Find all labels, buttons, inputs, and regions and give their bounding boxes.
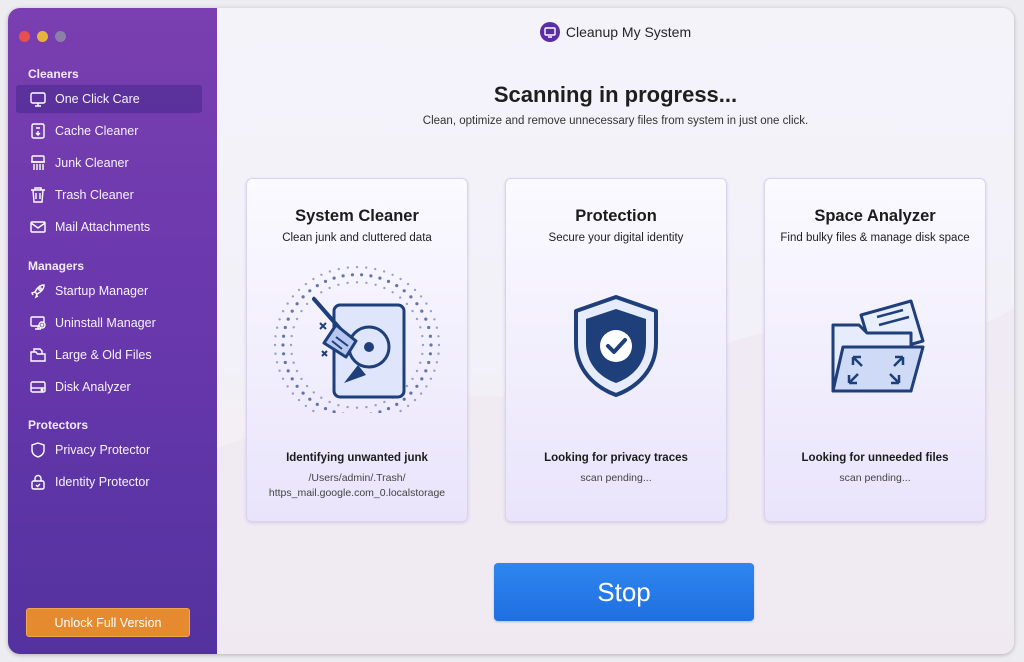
shield-icon [28,440,48,460]
rocket-icon [28,281,48,301]
sidebar-item-one-click-care[interactable]: One Click Care [16,85,202,113]
card-status: Identifying unwanted junk [286,452,428,464]
card-system-cleaner: System Cleaner Clean junk and cluttered … [246,178,468,522]
sidebar-item-junk-cleaner[interactable]: Junk Cleaner [16,149,202,177]
sidebar-item-identity-protector[interactable]: Identity Protector [16,468,202,496]
sidebar-item-label: Startup Manager [55,284,149,298]
card-title: System Cleaner [295,207,419,225]
trash-icon [28,185,48,205]
app-title: Cleanup My System [565,24,692,40]
app-logo-icon [539,22,560,42]
card-subtitle: Clean junk and cluttered data [282,232,432,244]
page-title: Scanning in progress... [493,82,738,107]
sidebar-item-startup-manager[interactable]: Startup Manager [16,277,202,305]
card-title: Protection [575,207,657,225]
disk-icon [28,377,48,397]
close-window-button[interactable] [19,31,30,42]
sidebar-item-label: Uninstall Manager [55,316,156,330]
main-panel: Cleanup My System Scanning in progress..… [217,8,1014,654]
sidebar-item-label: Identity Protector [55,475,150,489]
sidebar-item-uninstall-manager[interactable]: Uninstall Manager [16,309,202,337]
monitor-icon [28,89,48,109]
stop-button[interactable]: Stop [494,563,754,621]
page-subtitle: Clean, optimize and remove unnecessary f… [422,115,809,127]
card-status: Looking for unneeded files [801,452,949,464]
sidebar-item-label: Large & Old Files [55,348,152,362]
folder-expand-icon [765,293,985,403]
card-detail-path: /Users/admin/.Trash/ [308,472,406,484]
card-protection: Protection Secure your digital identity … [505,178,727,522]
card-detail-file: https_mail.google.com_0.localstorage [268,487,446,499]
sidebar-item-disk-analyzer[interactable]: Disk Analyzer [16,373,202,401]
card-detail-pending: scan pending... [839,472,911,484]
shield-check-icon [506,291,726,401]
sidebar-item-label: Mail Attachments [55,220,151,234]
card-title: Space Analyzer [814,207,936,225]
cache-icon [28,121,48,141]
lock-icon [28,472,48,492]
card-subtitle: Secure your digital identity [548,232,684,244]
card-detail-pending: scan pending... [580,472,652,484]
uninstall-icon [28,313,48,333]
sidebar-item-label: Trash Cleaner [55,188,134,202]
sidebar: Cleaners One Click Care Cache Cleaner Ju… [8,8,217,654]
sidebar-item-label: One Click Care [55,92,140,106]
sidebar-item-cache-cleaner[interactable]: Cache Cleaner [16,117,202,145]
minimize-window-button[interactable] [37,31,48,42]
sidebar-item-label: Junk Cleaner [55,156,129,170]
section-label-cleaners: Cleaners [28,67,79,81]
section-label-protectors: Protectors [28,418,89,432]
title-bar: Cleanup My System [217,22,1014,42]
unlock-full-version-button[interactable]: Unlock Full Version [26,608,190,637]
folder-files-icon [28,345,48,365]
section-label-managers: Managers [28,259,85,273]
shredder-icon [28,153,48,173]
sidebar-item-large-old-files[interactable]: Large & Old Files [16,341,202,369]
sidebar-item-label: Cache Cleaner [55,124,139,138]
sidebar-item-mail-attachments[interactable]: Mail Attachments [16,213,202,241]
sidebar-item-trash-cleaner[interactable]: Trash Cleaner [16,181,202,209]
sidebar-item-privacy-protector[interactable]: Privacy Protector [16,436,202,464]
card-subtitle: Find bulky files & manage disk space [780,232,970,244]
sidebar-item-label: Privacy Protector [55,443,151,457]
mail-icon [28,217,48,237]
app-window: Cleaners One Click Care Cache Cleaner Ju… [8,8,1014,654]
hard-drive-broom-icon [247,253,467,413]
sidebar-item-label: Disk Analyzer [55,380,131,394]
card-space-analyzer: Space Analyzer Find bulky files & manage… [764,178,986,522]
zoom-window-button[interactable] [55,31,66,42]
card-status: Looking for privacy traces [544,452,688,464]
